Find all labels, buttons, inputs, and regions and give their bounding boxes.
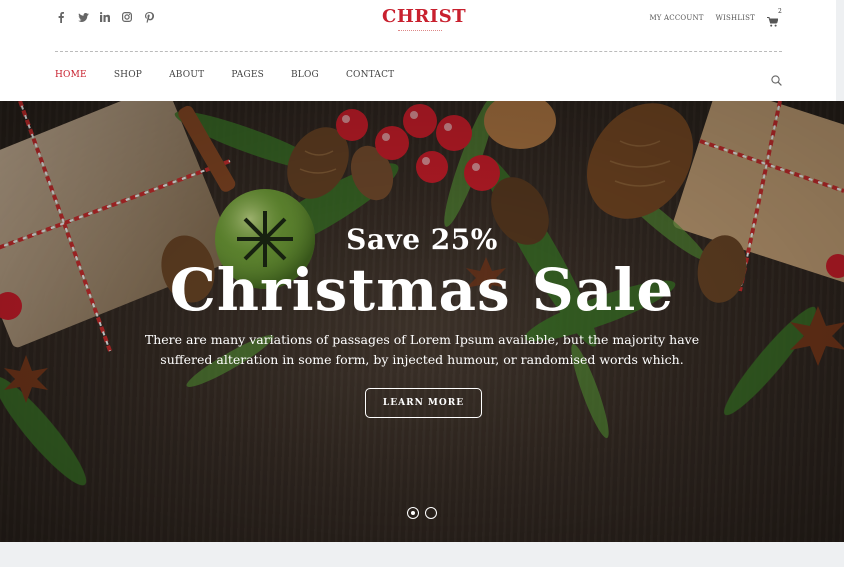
hero-description: There are many variations of passages of… [144, 332, 700, 367]
nav-item-home[interactable]: HOME [55, 70, 87, 80]
social-links [55, 10, 155, 24]
nav-item-shop[interactable]: SHOP [114, 70, 142, 80]
instagram-icon[interactable] [121, 10, 133, 24]
page-scrollbar-track[interactable] [836, 0, 844, 101]
cart-button[interactable]: 2 [767, 8, 782, 27]
logo-text: CHRIST [382, 6, 467, 27]
hero-subtitle: Save 25% [346, 223, 498, 256]
learn-more-button[interactable]: LEARN MORE [365, 388, 482, 418]
cart-count-badge: 2 [778, 8, 782, 15]
nav-item-pages[interactable]: PAGES [231, 70, 264, 80]
top-bar: CHRIST MY ACCOUNT WISHLIST 2 [0, 0, 844, 52]
account-links: MY ACCOUNT WISHLIST 2 [649, 8, 782, 27]
hero-title: Christmas Sale [169, 256, 675, 324]
nav-item-about[interactable]: ABOUT [169, 70, 204, 80]
next-section-band [0, 542, 844, 567]
site-logo[interactable]: CHRIST [382, 6, 467, 38]
slider-dot-1[interactable] [407, 507, 419, 519]
main-nav: HOME SHOP ABOUT PAGES BLOG CONTACT [55, 70, 421, 80]
slider-pagination [407, 507, 437, 519]
twitter-icon[interactable] [77, 10, 89, 24]
my-account-link[interactable]: MY ACCOUNT [649, 14, 703, 22]
nav-item-blog[interactable]: BLOG [291, 70, 319, 80]
pinterest-icon[interactable] [143, 10, 155, 24]
header-divider [55, 51, 782, 52]
slider-dot-2[interactable] [425, 507, 437, 519]
cart-icon [767, 16, 779, 27]
facebook-icon[interactable] [55, 10, 67, 24]
hero-slider: Save 25% Christmas Sale There are many v… [0, 101, 844, 542]
search-icon [771, 75, 782, 86]
nav-item-contact[interactable]: CONTACT [346, 70, 394, 80]
wishlist-link[interactable]: WISHLIST [716, 14, 755, 22]
search-button[interactable] [771, 71, 782, 86]
linkedin-icon[interactable] [99, 10, 111, 24]
logo-ornament [398, 30, 442, 34]
